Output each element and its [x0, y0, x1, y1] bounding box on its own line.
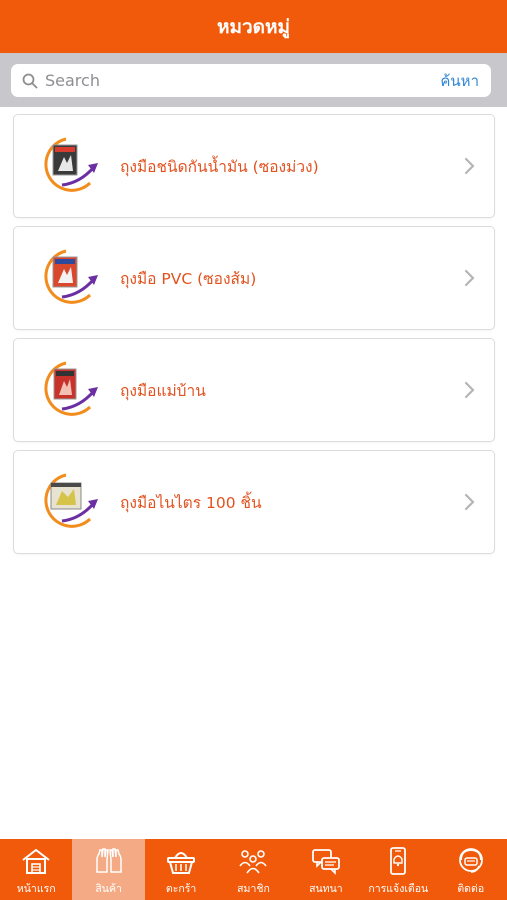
- category-item-oil-resistant-gloves[interactable]: ถุงมือชนิดกันน้ำมัน (ซองม่วง): [13, 114, 495, 218]
- search-input[interactable]: [45, 65, 433, 96]
- tab-contact[interactable]: ติดต่อ: [435, 839, 507, 900]
- tab-label: หน้าแรก: [16, 883, 56, 895]
- glove-package-icon: [44, 137, 98, 192]
- category-label: ถุงมือแม่บ้าน: [120, 381, 206, 400]
- phone-notification-icon: [390, 847, 407, 875]
- members-icon: [239, 850, 268, 874]
- category-label: ถุงมือชนิดกันน้ำมัน (ซองม่วง): [120, 157, 319, 176]
- tab-products[interactable]: สินค้า: [72, 839, 145, 900]
- category-label: ถุงมือไนไตร 100 ชิ้น: [120, 493, 262, 512]
- search-box: ค้นหา: [11, 64, 491, 97]
- category-item-nitrile-gloves[interactable]: ถุงมือไนไตร 100 ชิ้น: [13, 450, 495, 554]
- page-title: หมวดหมู่: [216, 15, 291, 38]
- category-label: ถุงมือ PVC (ซองส้ม): [120, 269, 257, 288]
- category-item-pvc-gloves[interactable]: ถุงมือ PVC (ซองส้ม): [13, 226, 495, 330]
- chevron-right-icon: [464, 493, 475, 511]
- tab-members[interactable]: สมาชิก: [217, 839, 289, 900]
- chevron-right-icon: [464, 157, 475, 175]
- glove-package-icon: [44, 473, 98, 528]
- gloves-icon: [95, 848, 122, 873]
- basket-icon: [167, 852, 196, 874]
- chevron-right-icon: [464, 269, 475, 287]
- chevron-right-icon: [464, 381, 475, 399]
- tab-label: สินค้า: [95, 883, 122, 895]
- category-list: ถุงมือชนิดกันน้ำมัน (ซองม่วง) ถุงมือ PVC…: [13, 114, 495, 562]
- search-bar: ค้นหา: [0, 53, 507, 107]
- search-button[interactable]: ค้นหา: [432, 69, 491, 93]
- glove-package-icon: [44, 361, 98, 416]
- tab-chat[interactable]: สนทนา: [290, 839, 362, 900]
- tab-label: สนทนา: [309, 883, 343, 895]
- tab-notifications[interactable]: การแจ้งเตือน: [362, 839, 434, 900]
- search-icon: [15, 64, 45, 97]
- tab-cart[interactable]: ตะกร้า: [145, 839, 217, 900]
- tab-home[interactable]: หน้าแรก: [0, 839, 72, 900]
- chat-icon: [311, 849, 340, 875]
- tab-label: การแจ้งเตือน: [368, 883, 429, 895]
- glove-package-icon: [44, 249, 98, 304]
- support-icon: [458, 848, 483, 873]
- category-item-household-gloves[interactable]: ถุงมือแม่บ้าน: [13, 338, 495, 442]
- tab-label: ติดต่อ: [457, 883, 485, 895]
- tab-label: ตะกร้า: [165, 883, 197, 895]
- tab-label: สมาชิก: [237, 883, 270, 895]
- home-icon: [22, 848, 50, 874]
- bottom-tab-bar: หน้าแรก สินค้า ตะกร้า สมาชิก สนทนา การแจ…: [0, 839, 507, 900]
- app-header: หมวดหมู่: [0, 0, 507, 53]
